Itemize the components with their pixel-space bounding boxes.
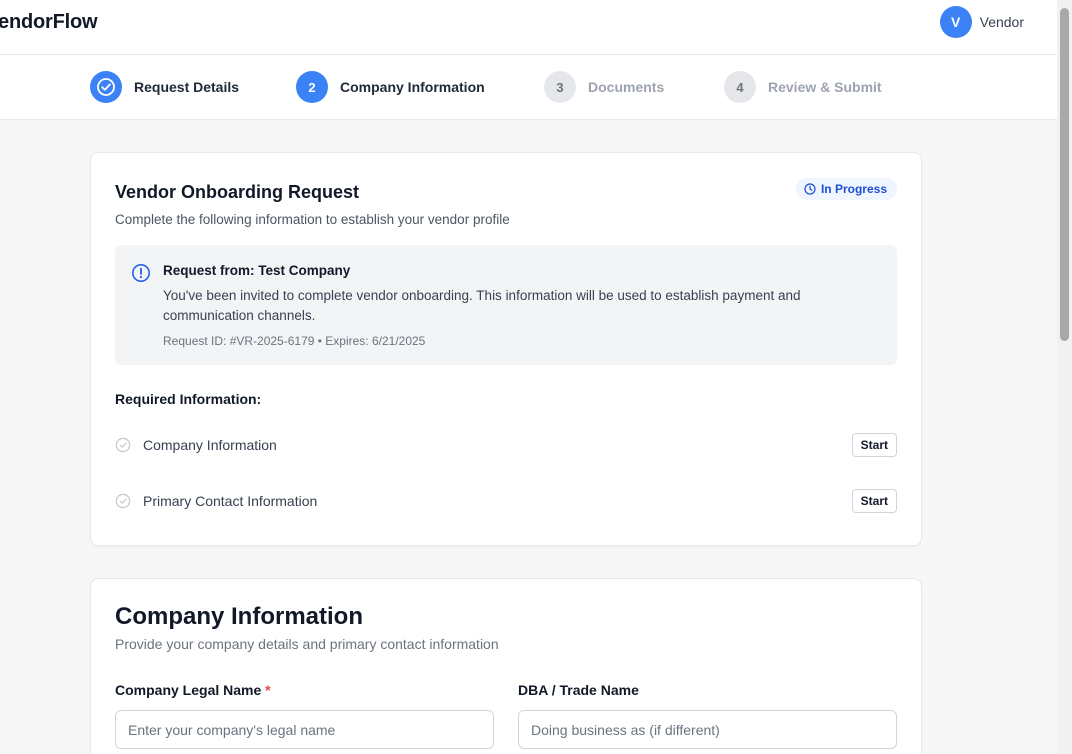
list-item: Company Information Start — [115, 433, 897, 457]
step-company-information[interactable]: 2 Company Information — [296, 71, 485, 103]
required-item-label: Company Information — [143, 437, 277, 453]
status-badge-label: In Progress — [820, 182, 887, 196]
clock-icon — [804, 183, 816, 195]
step-request-details[interactable]: Request Details — [90, 71, 239, 103]
company-legal-name-input[interactable] — [115, 710, 494, 749]
step-complete-check-icon — [90, 71, 122, 103]
top-navbar: VendorFlow V Vendor — [0, 0, 1057, 55]
section-title: Company Information — [115, 603, 364, 630]
company-legal-name-label: Company Legal Name * — [115, 682, 271, 698]
scrollbar-thumb[interactable] — [1060, 8, 1069, 341]
step-label: Review & Submit — [768, 79, 882, 95]
required-info-heading: Required Information: — [115, 391, 262, 407]
avatar[interactable]: V — [939, 6, 972, 38]
section-subtitle: Provide your company details and primary… — [115, 636, 499, 652]
required-item-label: Primary Contact Information — [143, 493, 318, 509]
step-number: 2 — [296, 71, 328, 103]
check-circle-icon — [115, 493, 131, 509]
field-label-text: Company Legal Name — [115, 682, 262, 698]
step-number: 4 — [724, 71, 756, 103]
step-label: Company Information — [340, 79, 485, 95]
status-badge: In Progress — [795, 178, 897, 200]
vertical-scrollbar[interactable] — [1057, 0, 1072, 754]
user-name[interactable]: Vendor — [980, 14, 1024, 30]
notice-meta: Request ID: #VR-2025-6179 • Expires: 6/2… — [163, 334, 426, 348]
card-subtitle: Complete the following information to es… — [115, 212, 510, 227]
step-label: Documents — [588, 79, 665, 95]
card-title: Vendor Onboarding Request — [115, 182, 360, 202]
brand-logo-text[interactable]: VendorFlow — [0, 11, 98, 34]
onboarding-request-card: Vendor Onboarding Request Complete the f… — [90, 152, 922, 546]
request-notice: Request from: Test Company You've been i… — [115, 245, 897, 365]
notice-body: You've been invited to complete vendor o… — [163, 288, 801, 323]
app-window: VendorFlow V Vendor Request Details 2 Co… — [0, 0, 1072, 754]
user-menu[interactable]: V Vendor — [939, 6, 1024, 38]
list-item: Primary Contact Information Start — [115, 489, 897, 513]
dba-trade-name-label: DBA / Trade Name — [518, 682, 639, 698]
company-information-card: Company Information Provide your company… — [90, 578, 922, 754]
start-primary-contact-button[interactable]: Start — [851, 489, 897, 513]
info-alert-icon — [132, 264, 150, 282]
step-documents[interactable]: 3 Documents — [544, 71, 664, 103]
step-label: Request Details — [134, 79, 240, 95]
notice-title: Request from: Test Company — [163, 263, 351, 278]
dba-trade-name-input[interactable] — [518, 710, 897, 749]
step-number: 3 — [544, 71, 576, 103]
check-circle-icon — [115, 437, 131, 453]
start-company-info-button[interactable]: Start — [851, 433, 897, 457]
progress-stepper: Request Details 2 Company Information 3 … — [0, 55, 1057, 120]
step-review-submit[interactable]: 4 Review & Submit — [724, 71, 882, 103]
required-asterisk: * — [265, 682, 271, 698]
page-content: VendorFlow V Vendor Request Details 2 Co… — [0, 0, 1057, 754]
